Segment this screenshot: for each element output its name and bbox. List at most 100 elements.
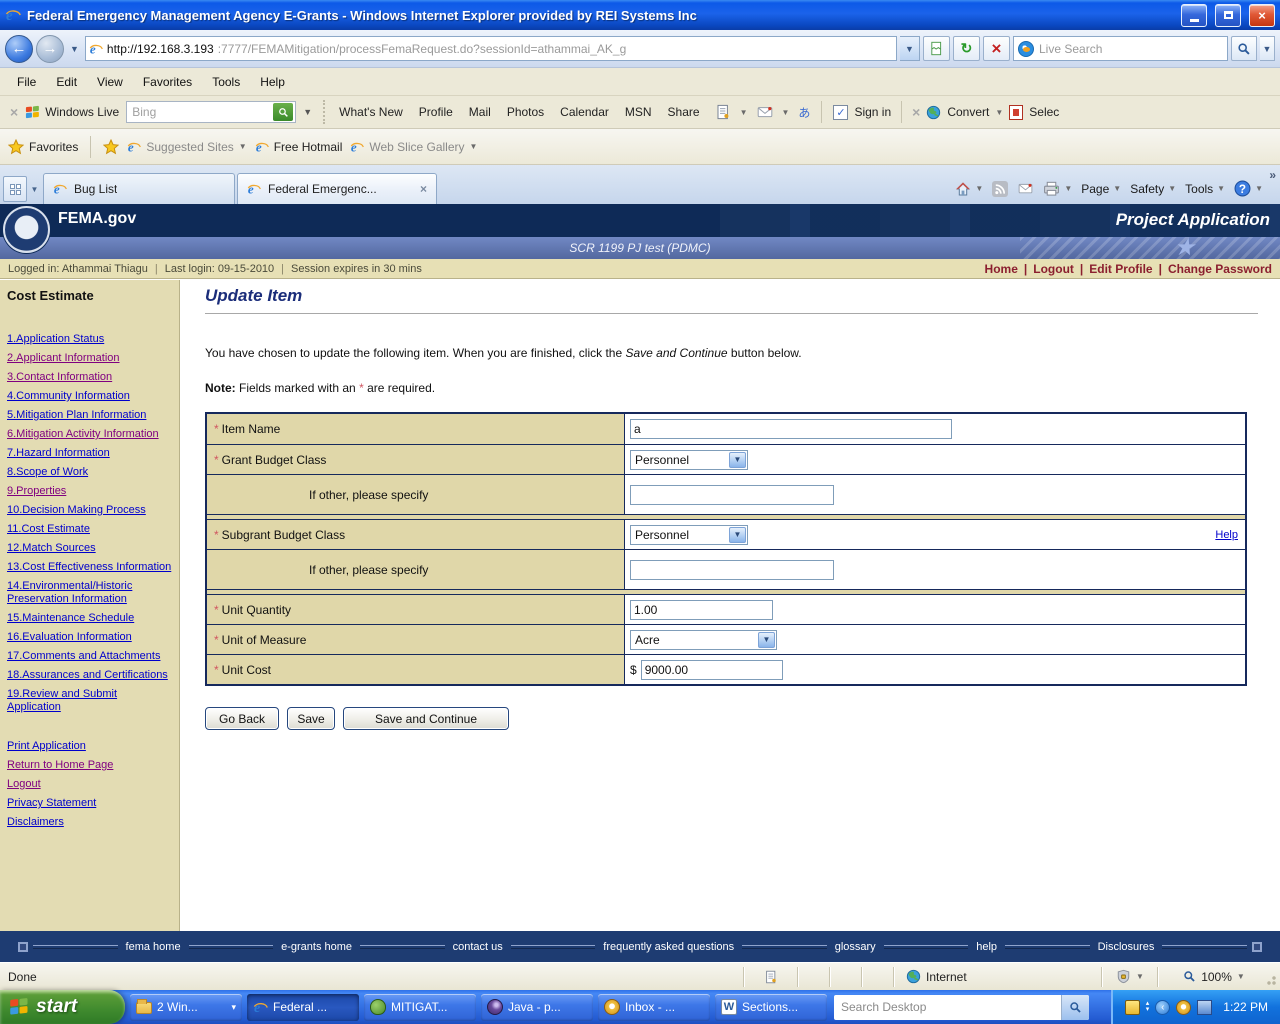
sidebar-item[interactable]: 12.Match Sources bbox=[7, 542, 173, 555]
add-favorite-icon[interactable] bbox=[103, 139, 119, 155]
tools-menu[interactable]: Tools▼ bbox=[1185, 182, 1225, 196]
input-if-other-please-specify[interactable] bbox=[630, 560, 834, 580]
live-link-msn[interactable]: MSN bbox=[625, 105, 652, 119]
fema-logo[interactable]: FEMA.gov bbox=[58, 210, 136, 228]
toolbar-overflow-chevron[interactable]: » bbox=[1269, 168, 1276, 182]
search-icon[interactable] bbox=[1231, 36, 1257, 61]
sidebar-item[interactable]: 4.Community Information bbox=[7, 390, 173, 403]
sidebar-item[interactable]: 18.Assurances and Certifications bbox=[7, 669, 173, 682]
favorites-button[interactable]: Favorites bbox=[8, 139, 78, 155]
address-dropdown[interactable]: ▼ bbox=[900, 36, 920, 61]
start-button[interactable]: start bbox=[0, 990, 125, 1024]
favorites-item-web-slice-gallery[interactable]: Web Slice Gallery ▼ bbox=[350, 140, 477, 154]
sidebar-item[interactable]: 7.Hazard Information bbox=[7, 447, 173, 460]
sidebar-item[interactable]: 8.Scope of Work bbox=[7, 466, 173, 479]
sidebar-item[interactable]: 3.Contact Information bbox=[7, 371, 173, 384]
quick-tabs-button[interactable] bbox=[3, 176, 27, 202]
footer-link-disclosures[interactable]: Disclosures bbox=[1095, 941, 1158, 953]
sidebar-item[interactable]: 6.Mitigation Activity Information bbox=[7, 428, 173, 441]
bing-search-button[interactable] bbox=[273, 103, 293, 121]
home-button[interactable]: ▼ bbox=[955, 181, 983, 197]
menu-edit[interactable]: Edit bbox=[47, 71, 86, 93]
menu-file[interactable]: File bbox=[8, 71, 45, 93]
close-button[interactable]: × bbox=[1249, 4, 1275, 27]
select-grant-budget-class[interactable]: Personnel▼ bbox=[630, 450, 748, 470]
sidebar-item[interactable]: 9.Properties bbox=[7, 485, 173, 498]
taskbar-button-federal-[interactable]: Federal ... bbox=[247, 994, 359, 1021]
live-search-box[interactable]: Live Search bbox=[1013, 36, 1228, 61]
compatibility-view-button[interactable] bbox=[923, 36, 950, 61]
select-link[interactable]: Selec bbox=[1029, 105, 1059, 119]
bing-search-dropdown[interactable]: ▼ bbox=[303, 107, 312, 117]
resize-grip[interactable] bbox=[1266, 966, 1280, 988]
input-if-other-please-specify[interactable] bbox=[630, 485, 834, 505]
sign-in-link[interactable]: Sign in bbox=[854, 105, 891, 119]
rss-icon[interactable] bbox=[992, 181, 1008, 197]
save-and-continue-button[interactable]: Save and Continue bbox=[343, 707, 509, 730]
footer-link-frequently-asked-questions[interactable]: frequently asked questions bbox=[600, 941, 737, 953]
header-link-home[interactable]: Home bbox=[985, 262, 1018, 276]
java-tray-icon[interactable] bbox=[1125, 1000, 1140, 1015]
sidebar-item[interactable]: 14.Environmental/Historic Preservation I… bbox=[7, 580, 173, 606]
tab-list-dropdown[interactable]: ▼ bbox=[28, 176, 41, 202]
safety-menu[interactable]: Safety▼ bbox=[1130, 182, 1176, 196]
favorites-item-free-hotmail[interactable]: Free Hotmail bbox=[255, 140, 343, 154]
convert-close-icon[interactable]: × bbox=[912, 104, 920, 120]
select-subgrant-budget-class[interactable]: Personnel▼ bbox=[630, 525, 748, 545]
footer-link-help[interactable]: help bbox=[973, 941, 1000, 953]
footer-link-e-grants-home[interactable]: e-grants home bbox=[278, 941, 355, 953]
header-link-logout[interactable]: Logout bbox=[1033, 262, 1074, 276]
help-button[interactable]: ▼ bbox=[1234, 180, 1263, 197]
taskbar-button-sections-[interactable]: WSections... bbox=[715, 994, 827, 1021]
print-button[interactable]: ▼ bbox=[1043, 180, 1072, 197]
footer-link-glossary[interactable]: glossary bbox=[832, 941, 879, 953]
sidebar-item[interactable]: 1.Application Status bbox=[7, 333, 173, 346]
taskbar-button-2-win-[interactable]: 2 Win...▾ bbox=[130, 994, 242, 1021]
bing-search-input[interactable]: Bing bbox=[126, 101, 296, 123]
tray-expand-icons[interactable]: ▴▾ bbox=[1146, 1001, 1150, 1013]
protected-mode-button[interactable]: ▼ bbox=[1106, 966, 1154, 988]
menu-help[interactable]: Help bbox=[251, 71, 294, 93]
taskbar-button-java-p-[interactable]: Java - p... bbox=[481, 994, 593, 1021]
input-unit-quantity[interactable] bbox=[630, 600, 773, 620]
live-link-photos[interactable]: Photos bbox=[507, 105, 544, 119]
sidebar-footer-link[interactable]: Disclaimers bbox=[7, 816, 173, 829]
sidebar-footer-link[interactable]: Print Application bbox=[7, 740, 173, 753]
toolbar-close-icon[interactable]: × bbox=[10, 104, 18, 120]
sidebar-item[interactable]: 13.Cost Effectiveness Information bbox=[7, 561, 173, 574]
sidebar-footer-link[interactable]: Logout bbox=[7, 778, 173, 791]
menu-view[interactable]: View bbox=[88, 71, 132, 93]
go-back-button[interactable]: Go Back bbox=[205, 707, 279, 730]
back-button[interactable]: ← bbox=[5, 35, 33, 63]
sidebar-item[interactable]: 16.Evaluation Information bbox=[7, 631, 173, 644]
live-link-share[interactable]: Share bbox=[668, 105, 700, 119]
translate-icon[interactable]: あ bbox=[798, 104, 810, 121]
tab-bug-list[interactable]: Bug List bbox=[43, 173, 235, 204]
minimize-button[interactable] bbox=[1181, 4, 1207, 27]
tab-close-icon[interactable]: × bbox=[420, 182, 427, 196]
grid-icon[interactable] bbox=[757, 104, 773, 120]
header-link-edit-profile[interactable]: Edit Profile bbox=[1089, 262, 1152, 276]
hide-icons-button[interactable]: ‹ bbox=[1155, 1000, 1170, 1015]
help-link[interactable]: Help bbox=[1215, 529, 1238, 541]
zoom-control[interactable]: 100% ▼ bbox=[1162, 966, 1266, 988]
network-tray-icon[interactable] bbox=[1197, 1000, 1212, 1015]
mail-icon[interactable] bbox=[1017, 181, 1034, 196]
sidebar-item[interactable]: 11.Cost Estimate bbox=[7, 523, 173, 536]
sidebar-item[interactable]: 17.Comments and Attachments bbox=[7, 650, 173, 663]
menu-tools[interactable]: Tools bbox=[203, 71, 249, 93]
save-button[interactable]: Save bbox=[287, 707, 335, 730]
refresh-button[interactable]: ↻ bbox=[953, 36, 980, 61]
live-link-mail[interactable]: Mail bbox=[469, 105, 491, 119]
sidebar-item[interactable]: 2.Applicant Information bbox=[7, 352, 173, 365]
history-dropdown[interactable]: ▼ bbox=[67, 44, 82, 54]
sidebar-item[interactable]: 10.Decision Making Process bbox=[7, 504, 173, 517]
map-icon[interactable] bbox=[715, 104, 731, 120]
map-dropdown[interactable]: ▼ bbox=[740, 108, 748, 117]
sidebar-footer-link[interactable]: Return to Home Page bbox=[7, 759, 173, 772]
convert-dropdown[interactable]: ▼ bbox=[995, 108, 1003, 117]
forward-button[interactable]: → bbox=[36, 35, 64, 63]
input-unit-cost[interactable] bbox=[641, 660, 783, 680]
taskbar-button-mitigat-[interactable]: MITIGAT... bbox=[364, 994, 476, 1021]
taskbar-button-inbox-[interactable]: Inbox - ... bbox=[598, 994, 710, 1021]
